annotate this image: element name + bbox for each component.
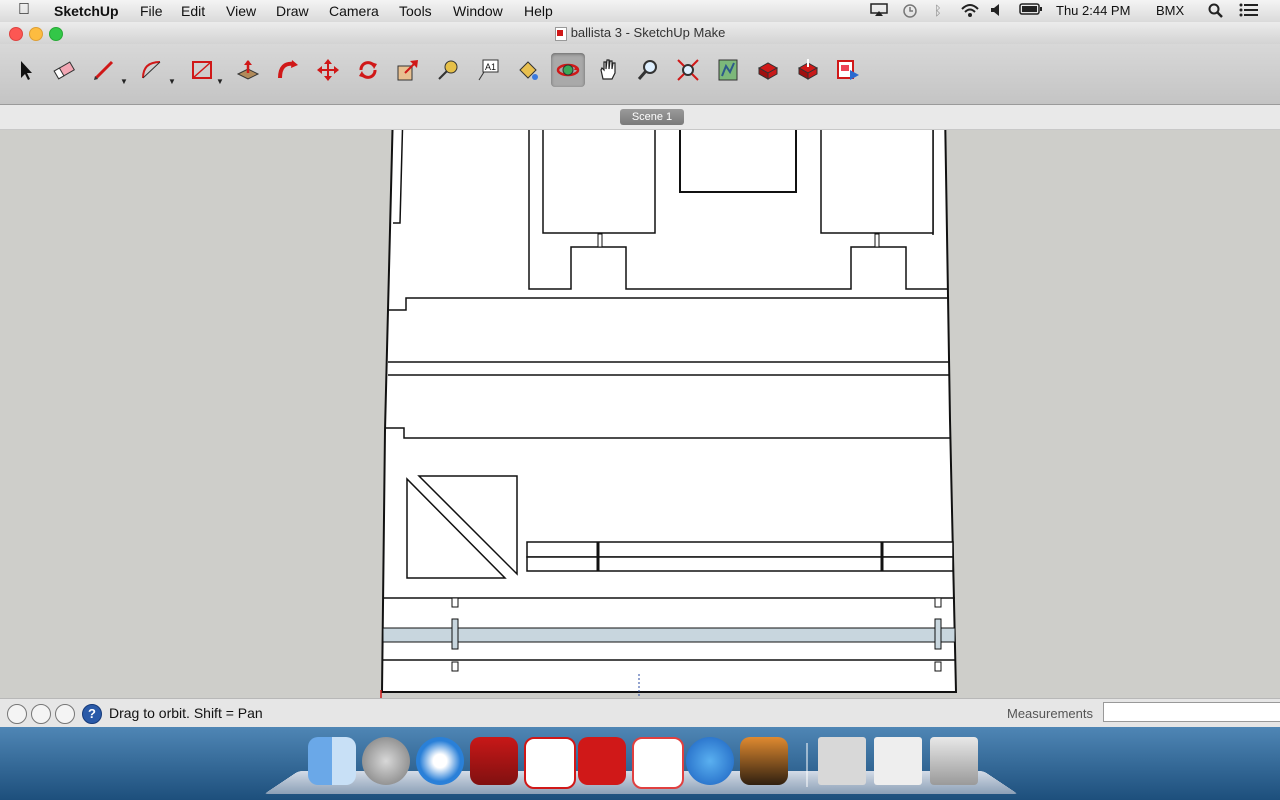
help-icon[interactable]: ?: [82, 704, 102, 724]
previous-view-tool-icon[interactable]: [711, 53, 745, 87]
downloads-stack-icon[interactable]: [818, 737, 866, 785]
drawing-viewport[interactable]: [0, 130, 1280, 720]
spotlight-search-icon[interactable]: [1208, 3, 1224, 22]
rectangle-dropdown-arrow-icon[interactable]: ▼: [216, 77, 224, 86]
volume-icon[interactable]: [990, 3, 1004, 20]
push-pull-tool-icon[interactable]: [231, 53, 265, 87]
text-tool-icon[interactable]: A1: [471, 53, 505, 87]
menu-view[interactable]: View: [226, 3, 256, 19]
svg-text:A1: A1: [485, 62, 496, 72]
wifi-icon[interactable]: [960, 3, 980, 21]
orbit-tool-icon[interactable]: [551, 53, 585, 87]
menu-bar:  SketchUp File Edit View Draw Camera To…: [0, 0, 1280, 23]
pencil-dropdown-arrow-icon[interactable]: ▼: [120, 77, 128, 86]
menu-file[interactable]: File: [140, 3, 163, 19]
apple-menu-icon[interactable]: : [18, 1, 30, 19]
time-machine-icon[interactable]: [902, 3, 918, 22]
scene-tab[interactable]: Scene 1: [620, 109, 684, 125]
menu-edit[interactable]: Edit: [181, 3, 205, 19]
title-bar: ballista 3 - SketchUp Make: [0, 22, 1280, 44]
get-models-tool-icon[interactable]: [751, 53, 785, 87]
arc-tool-icon[interactable]: [135, 53, 169, 87]
launchpad-icon[interactable]: [362, 737, 410, 785]
rectangle-tool-icon[interactable]: [185, 53, 219, 87]
window-title-row: ballista 3 - SketchUp Make: [0, 25, 1280, 41]
menu-help[interactable]: Help: [524, 3, 553, 19]
scene-tabs-bar: Scene 1: [0, 105, 1280, 130]
battery-icon[interactable]: [1019, 3, 1043, 19]
menu-tools[interactable]: Tools: [399, 3, 432, 19]
scale-tool-icon[interactable]: [391, 53, 425, 87]
dock-separator: [806, 743, 808, 787]
tape-measure-tool-icon[interactable]: [431, 53, 465, 87]
menu-draw[interactable]: Draw: [276, 3, 309, 19]
tool-bar: ▼ ▼ ▼ A1: [0, 44, 1280, 105]
move-tool-icon[interactable]: [311, 53, 345, 87]
trash-icon[interactable]: [930, 737, 978, 785]
finder-icon[interactable]: [308, 737, 356, 785]
paint-bucket-tool-icon[interactable]: [511, 53, 545, 87]
user-account-icon[interactable]: [55, 704, 75, 724]
menu-window[interactable]: Window: [453, 3, 503, 19]
zoom-tool-icon[interactable]: [631, 53, 665, 87]
send-to-layout-tool-icon[interactable]: [831, 53, 865, 87]
select-tool-icon[interactable]: [8, 53, 42, 87]
pan-tool-icon[interactable]: [591, 53, 625, 87]
geolocation-icon[interactable]: [7, 704, 27, 724]
window-title: ballista 3 - SketchUp Make: [570, 25, 726, 40]
status-hint: Drag to orbit. Shift = Pan: [109, 705, 263, 721]
document-icon: [554, 26, 567, 41]
arc-dropdown-arrow-icon[interactable]: ▼: [168, 77, 176, 86]
documents-stack-icon[interactable]: [874, 737, 922, 785]
menu-app[interactable]: SketchUp: [54, 3, 119, 19]
status-bar: ? Drag to orbit. Shift = Pan Measurement…: [0, 698, 1280, 728]
dock: [0, 727, 1280, 800]
airplay-icon[interactable]: [870, 3, 888, 20]
clock[interactable]: Thu 2:44 PM: [1056, 3, 1130, 18]
user-name[interactable]: BMX: [1156, 3, 1184, 18]
measurements-label: Measurements: [1007, 706, 1093, 721]
credits-icon[interactable]: [31, 704, 51, 724]
itunes-icon[interactable]: [686, 737, 734, 785]
model-drawing[interactable]: [0, 130, 1280, 720]
follow-me-tool-icon[interactable]: [271, 53, 305, 87]
sketchup-app-icon[interactable]: [578, 737, 626, 785]
bluetooth-icon[interactable]: ᛒ: [934, 3, 942, 18]
pencil-tool-icon[interactable]: [87, 53, 121, 87]
eraser-tool-icon[interactable]: [47, 53, 81, 87]
safari-icon[interactable]: [416, 737, 464, 785]
share-model-tool-icon[interactable]: [791, 53, 825, 87]
measurements-input[interactable]: [1103, 702, 1280, 722]
layout-app-icon[interactable]: [524, 737, 576, 789]
style-builder-icon[interactable]: [632, 737, 684, 789]
zoom-extents-tool-icon[interactable]: [671, 53, 705, 87]
menu-camera[interactable]: Camera: [329, 3, 379, 19]
photo-booth-icon[interactable]: [470, 737, 518, 785]
iphoto-icon[interactable]: [740, 737, 788, 785]
rotate-tool-icon[interactable]: [351, 53, 385, 87]
notification-center-icon[interactable]: [1239, 3, 1259, 21]
sketchup-window: ballista 3 - SketchUp Make ▼ ▼ ▼ A1 Scen…: [0, 22, 1280, 728]
